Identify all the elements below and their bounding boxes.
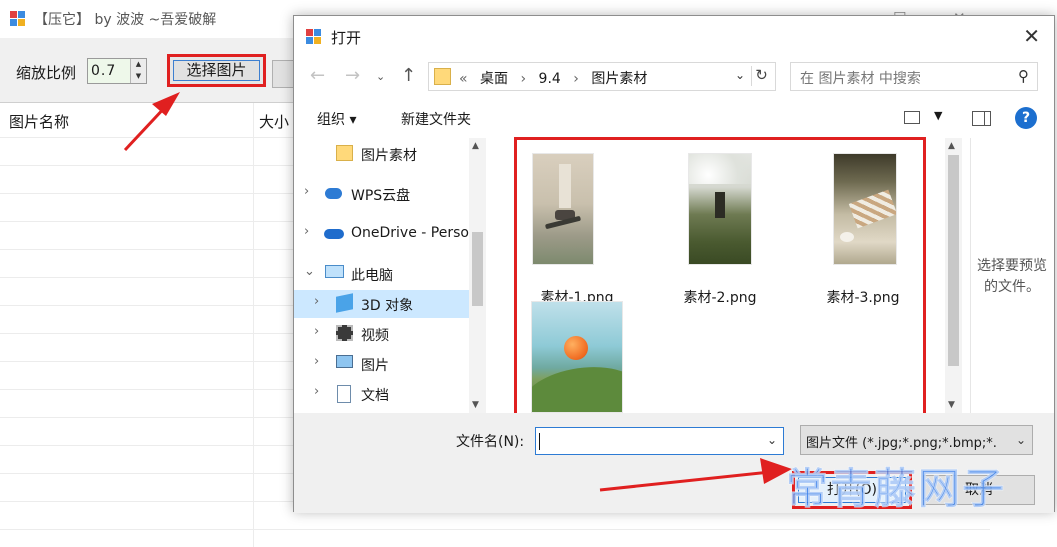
file-list[interactable]: 素材-1.png 素材-2.png 素材-3.png — [514, 137, 926, 417]
open-button-label[interactable]: 打开(O) — [798, 477, 906, 503]
scroll-up-icon[interactable]: ▲ — [948, 141, 955, 151]
help-icon[interactable]: ? — [1015, 107, 1037, 129]
dialog-app-icon — [306, 29, 322, 45]
breadcrumb-image-materials[interactable]: 图片素材 — [591, 71, 647, 87]
forward-arrow-icon[interactable]: → — [345, 65, 360, 86]
cloud-icon — [325, 188, 342, 199]
dialog-close-button[interactable]: ✕ — [1023, 24, 1040, 48]
preview-pane: 选择要预览的文件。 — [970, 138, 1056, 413]
file-name: 素材-3.png — [826, 290, 900, 306]
scroll-down-icon[interactable]: ▼ — [948, 400, 955, 410]
column-header-name[interactable]: 图片名称 — [9, 111, 69, 132]
chevron-down-icon[interactable]: ⌄ — [767, 433, 777, 447]
file-type-value[interactable]: 图片文件 (*.jpg;*.png;*.bmp;*. — [806, 432, 1009, 451]
scale-value[interactable]: 0.7 — [88, 59, 130, 83]
breadcrumb-9-4[interactable]: 9.4 — [539, 71, 561, 87]
back-arrow-icon[interactable]: ← — [310, 65, 325, 86]
filename-field[interactable]: ⌄ — [535, 427, 784, 455]
dialog-footer: 文件名(N): ⌄ 图片文件 (*.jpg;*.png;*.bmp;*. ⌄ 打… — [294, 413, 1054, 513]
nav-item-pictures[interactable]: › 图片 — [294, 350, 469, 378]
command-bar: 组织 ▾ 新建文件夹 ▼ ? — [294, 106, 1054, 132]
select-image-button[interactable]: 选择图片 — [167, 54, 266, 87]
text-caret — [539, 433, 540, 450]
scroll-down-icon[interactable]: ▼ — [472, 400, 479, 410]
app-logo-icon — [10, 11, 26, 27]
stepper-up-icon[interactable]: ▲ — [131, 59, 146, 71]
preview-pane-icon[interactable] — [972, 111, 991, 126]
recent-dropdown-icon[interactable]: ⌄ — [376, 70, 385, 83]
3d-objects-icon — [336, 293, 353, 313]
file-name: 素材-2.png — [683, 290, 757, 306]
chevron-down-icon[interactable]: ⌄ — [735, 68, 745, 82]
file-list-scroll-thumb[interactable] — [948, 155, 959, 366]
nav-item-image-materials[interactable]: 图片素材 — [294, 140, 469, 168]
app-title: 【压它】 by 波波 ~吾爱破解 — [34, 12, 217, 28]
pictures-icon — [336, 355, 353, 368]
nav-item-3d-objects[interactable]: › 3D 对象 — [294, 290, 469, 318]
address-bar[interactable]: « 桌面 › 9.4 › 图片素材 ⌄ ↻ — [428, 62, 776, 91]
nav-item-videos[interactable]: › 视频 — [294, 320, 469, 348]
new-folder-button[interactable]: 新建文件夹 — [401, 109, 471, 129]
documents-icon — [337, 385, 351, 403]
open-button[interactable]: 打开(O) — [792, 471, 912, 509]
computer-icon — [325, 265, 344, 278]
cancel-button[interactable]: 取消 — [923, 475, 1035, 505]
breadcrumb[interactable]: « 桌面 › 9.4 › 图片素材 — [459, 68, 655, 88]
nav-item-wps-cloud[interactable]: › WPS云盘 — [294, 180, 469, 208]
nav-scroll-thumb[interactable] — [472, 232, 483, 306]
address-row: ← → ⌄ ↑ « 桌面 › 9.4 › 图片素材 ⌄ ↻ 在 图片素材 中搜索… — [294, 62, 1054, 92]
thumbnail-picnic — [833, 153, 897, 265]
stepper-down-icon[interactable]: ▼ — [131, 71, 146, 83]
file-type-select[interactable]: 图片文件 (*.jpg;*.png;*.bmp;*. ⌄ — [800, 425, 1033, 455]
search-placeholder: 在 图片素材 中搜索 — [800, 71, 921, 87]
thumbnail-cliff — [688, 153, 752, 265]
organize-menu[interactable]: 组织 ▾ — [317, 109, 356, 129]
thumbnail-skateboard — [532, 153, 594, 265]
folder-icon — [434, 68, 451, 85]
column-header-size[interactable]: 大小 — [259, 111, 289, 132]
nav-scrollbar[interactable]: ▲ ▼ — [469, 138, 486, 413]
refresh-icon[interactable]: ↻ — [751, 66, 771, 86]
view-mode-icon[interactable] — [904, 111, 920, 124]
filename-label: 文件名(N): — [456, 434, 525, 450]
video-icon — [336, 325, 353, 341]
search-icon[interactable]: ⚲ — [1018, 67, 1029, 85]
search-input[interactable]: 在 图片素材 中搜索 ⚲ — [790, 62, 1038, 91]
scroll-up-icon[interactable]: ▲ — [472, 141, 479, 151]
nav-item-onedrive[interactable]: › OneDrive - Perso — [294, 220, 469, 248]
scale-stepper[interactable]: 0.7 ▲ ▼ — [87, 58, 147, 84]
dialog-title: 打开 — [331, 29, 362, 47]
scale-label: 缩放比例 — [16, 64, 77, 82]
nav-item-this-pc[interactable]: ⌄ 此电脑 — [294, 260, 469, 288]
nav-item-documents[interactable]: › 文档 — [294, 380, 469, 408]
up-arrow-icon[interactable]: ↑ — [401, 65, 416, 86]
onedrive-icon — [324, 229, 344, 239]
dialog-titlebar: 打开 ✕ — [294, 16, 1054, 56]
thumbnail-balloon — [531, 301, 623, 413]
breadcrumb-desktop[interactable]: 桌面 — [480, 71, 508, 87]
folder-icon — [336, 145, 353, 161]
file-list-scrollbar[interactable]: ▲ ▼ — [945, 138, 962, 413]
view-dropdown-icon[interactable]: ▼ — [934, 109, 942, 122]
select-image-label[interactable]: 选择图片 — [173, 60, 260, 81]
chevron-down-icon[interactable]: ⌄ — [1016, 433, 1026, 447]
navigation-pane: 图片素材 › WPS云盘 › OneDrive - Perso ⌄ 此电脑 › … — [294, 138, 489, 413]
open-file-dialog: 打开 ✕ ← → ⌄ ↑ « 桌面 › 9.4 › 图片素材 ⌄ ↻ 在 图片素… — [293, 15, 1056, 513]
preview-hint: 选择要预览的文件。 — [977, 258, 1047, 295]
